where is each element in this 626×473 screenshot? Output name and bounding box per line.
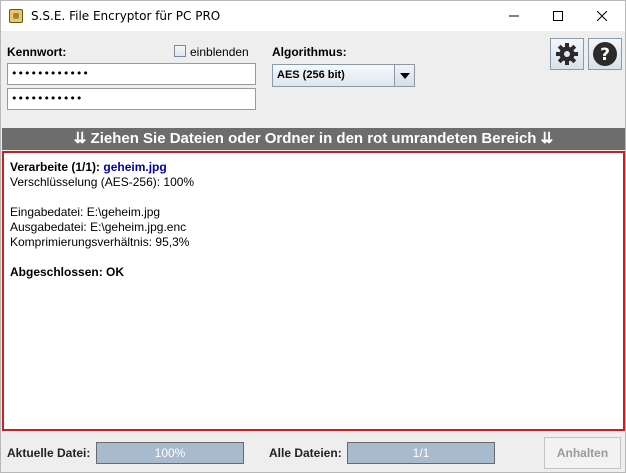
log-encryption-line: Verschlüsselung (AES-256): 100% (10, 175, 195, 189)
log-file-name: geheim.jpg (103, 160, 167, 174)
stop-button[interactable]: Anhalten (544, 437, 621, 469)
app-icon: ▥ (9, 9, 23, 23)
help-button[interactable]: ? (588, 38, 622, 70)
password-label: Kennwort: (7, 45, 67, 59)
gear-icon (556, 43, 578, 65)
minimize-button[interactable] (491, 1, 537, 31)
algorithm-label: Algorithmus: (272, 45, 347, 59)
log-processing-line: Verarbeite (1/1): geheim.jpg (10, 160, 167, 174)
password-confirm-field[interactable]: ••••••••••• (7, 88, 256, 110)
minimize-icon (509, 15, 519, 17)
algorithm-select[interactable]: AES (256 bit) (272, 64, 415, 87)
app-window: ▥ S.S.E. File Encryptor für PC PRO Kennw… (0, 0, 626, 473)
drop-instructions-banner: ⇊ Ziehen Sie Dateien oder Ordner in den … (2, 128, 625, 150)
settings-button[interactable] (550, 38, 584, 70)
title-bar[interactable]: ▥ S.S.E. File Encryptor für PC PRO (1, 1, 625, 31)
close-icon (597, 11, 607, 21)
current-file-progress: 100% (96, 442, 244, 464)
log-compression-line: Komprimierungsverhältnis: 95,3% (10, 235, 190, 249)
all-files-progress-text: 1/1 (412, 446, 430, 460)
log-done-line: Abgeschlossen: OK (10, 265, 125, 279)
question-icon: ? (593, 42, 617, 66)
show-password-label[interactable]: einblenden (190, 45, 249, 59)
log-output-line: Ausgabedatei: E:\geheim.jpg.enc (10, 220, 187, 234)
show-password-checkbox[interactable] (174, 45, 186, 57)
all-files-progress: 1/1 (347, 442, 495, 464)
all-files-label: Alle Dateien: (269, 446, 342, 460)
drop-area[interactable]: Verarbeite (1/1): geheim.jpg Verschlüsse… (2, 151, 625, 431)
log-input-line: Eingabedatei: E:\geheim.jpg (10, 205, 161, 219)
maximize-icon (553, 11, 563, 21)
password-field[interactable]: •••••••••••• (7, 63, 256, 85)
current-file-label: Aktuelle Datei: (7, 446, 91, 460)
dropdown-arrow-icon[interactable] (394, 65, 414, 86)
window-title: S.S.E. File Encryptor für PC PRO (31, 9, 221, 23)
close-button[interactable] (579, 1, 625, 31)
maximize-button[interactable] (535, 1, 581, 31)
svg-text:?: ? (600, 45, 610, 65)
algorithm-selected-value: AES (256 bit) (277, 69, 345, 81)
current-file-progress-text: 100% (154, 446, 186, 460)
